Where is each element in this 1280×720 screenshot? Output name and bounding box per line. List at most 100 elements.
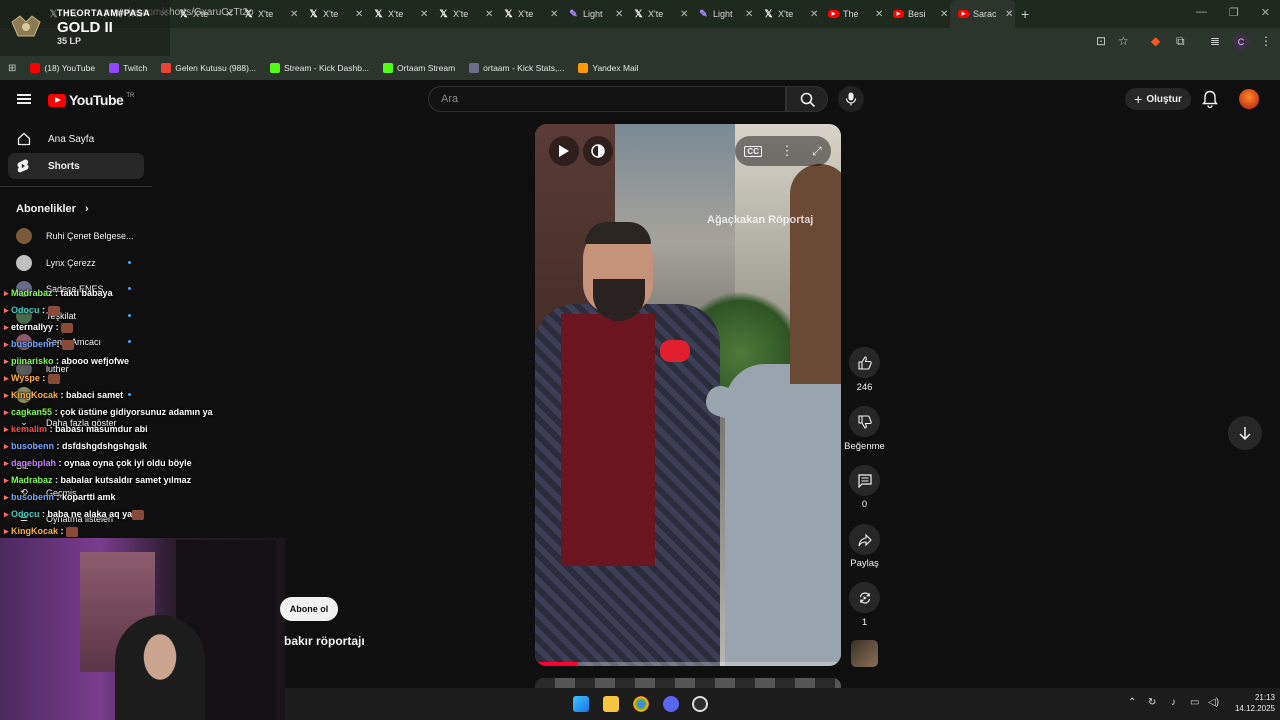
browser-tab[interactable]: ▶ Besi ✕ [885,0,950,28]
video-progress-bar[interactable] [535,662,841,666]
window-controls: — ❐ ✕ [1196,6,1270,19]
tab-close-icon[interactable]: ✕ [680,9,688,20]
create-button[interactable]: + Oluştur [1125,88,1191,110]
tray-chevron-up-icon[interactable]: ⌃ [1128,697,1136,708]
search-input[interactable] [429,87,785,111]
browser-tab[interactable]: 𝕏 X'te ✕ [755,0,820,28]
browser-tab[interactable]: ▶ The ✕ [820,0,885,28]
bookmark-item[interactable]: Ortaam Stream [383,63,455,73]
arrow-down-icon [1239,427,1251,440]
video-interviewer [702,164,841,666]
voice-search-button[interactable] [838,86,864,112]
bookmark-label: ortaam - Kick Stats,... [483,63,565,73]
discord-icon[interactable] [663,696,679,712]
close-window-button[interactable]: ✕ [1261,6,1270,19]
tray-sync-icon[interactable]: ↻ [1148,697,1156,708]
tab-close-icon[interactable]: ✕ [615,9,623,20]
subscription-item[interactable]: Ruhi Çenet Belgese... [16,228,134,244]
like-button[interactable] [849,347,880,378]
like-count: 246 [856,382,873,393]
comments-button[interactable] [849,465,880,496]
browser-menu-icon[interactable]: ⋮ [1260,34,1272,48]
steam-icon[interactable] [692,696,708,712]
subscriptions-heading[interactable]: Abonelikler › [16,203,89,215]
tab-close-icon[interactable]: ✕ [550,9,558,20]
play-button[interactable] [549,136,579,166]
browser-tab[interactable]: 𝕏 X'te ✕ [495,0,560,28]
thumbs-up-icon [857,355,872,370]
browser-tab[interactable]: ✎ Light ✕ [690,0,755,28]
tab-close-icon[interactable]: ✕ [290,9,298,20]
tab-close-icon[interactable]: ✕ [1005,9,1013,20]
browser-tab[interactable]: 𝕏 X'te ✕ [365,0,430,28]
tab-close-icon[interactable]: ✕ [810,9,818,20]
share-button[interactable] [849,524,880,555]
bookmark-star-icon[interactable]: ☆ [1118,34,1129,48]
extension-icon[interactable]: ◆ [1151,34,1160,48]
tab-close-icon[interactable]: ✕ [355,9,363,20]
more-options-icon[interactable]: ⋮ [780,143,793,159]
tray-mic-icon[interactable]: ♪ [1171,697,1176,708]
install-app-icon[interactable]: ⊡ [1096,34,1106,48]
windows-start-icon[interactable] [573,696,589,712]
bookmark-item[interactable]: Yandex Mail [578,63,639,73]
sound-thumbnail[interactable] [851,640,878,667]
bookmark-item[interactable]: Stream - Kick Dashb... [270,63,369,73]
next-short-preview[interactable] [535,678,841,688]
media-controls-icon[interactable]: ≣ [1210,34,1220,48]
extensions-puzzle-icon[interactable]: ⧉ [1176,34,1185,49]
tray-volume-icon[interactable]: ◁) [1208,697,1219,708]
chat-message: ▸ KingKocak : [4,526,79,537]
chat-separator: : [56,458,65,468]
chat-username: cagkan55 [11,407,53,417]
chat-message: ▸ eternallyy : [4,322,74,333]
dislike-button[interactable] [849,406,880,437]
captions-icon[interactable]: CC [744,145,762,157]
remix-button[interactable] [849,582,880,613]
notifications-bell-icon[interactable] [1202,90,1218,108]
fullscreen-icon[interactable]: ⤢ [812,144,822,159]
subscription-item[interactable]: Lynx Çerezz [16,254,131,271]
profile-avatar[interactable]: C [1233,34,1249,50]
youtube-logo[interactable]: YouTube TR [48,92,134,108]
tab-close-icon[interactable]: ✕ [420,9,428,20]
chrome-icon[interactable] [633,696,649,712]
account-avatar[interactable] [1239,89,1259,109]
browser-tab[interactable]: 𝕏 X'te ✕ [625,0,690,28]
clock-time: 21:13 [1254,693,1275,702]
tray-network-icon[interactable]: ▭ [1190,697,1199,708]
browser-tab[interactable]: 𝕏 X'te ✕ [300,0,365,28]
sidebar-item-home[interactable]: Ana Sayfa [8,126,144,152]
tab-close-icon[interactable]: ✕ [940,9,948,20]
browser-tab[interactable]: 𝕏 X'te ✕ [430,0,495,28]
taskbar-clock[interactable]: 21:13 14.12.2025 [1227,692,1275,714]
search-box [428,86,786,112]
maximize-button[interactable]: ❐ [1229,6,1239,19]
next-short-button[interactable] [1228,416,1262,450]
apps-grid-icon[interactable]: ⊞ [8,63,16,74]
short-title[interactable]: bakır röportajı [284,634,365,648]
tab-close-icon[interactable]: ✕ [745,9,753,20]
chat-message: ▸ busobenn : [4,339,75,350]
volume-button[interactable] [583,136,613,166]
menu-hamburger-icon[interactable] [17,94,31,104]
minimize-button[interactable]: — [1196,6,1207,19]
new-tab-button[interactable]: + [1021,6,1029,22]
chat-text: çok üstüne gidiyorsunuz adamın ya [60,407,213,417]
tab-close-icon[interactable]: ✕ [875,9,883,20]
search-button[interactable] [786,86,828,112]
bookmark-item[interactable]: Gelen Kutusu (988)... [161,63,256,73]
sidebar-item-shorts[interactable]: Shorts [8,153,144,179]
channel-name: Ruhi Çenet Belgese... [46,231,134,241]
tab-close-icon[interactable]: ✕ [485,9,493,20]
subscribe-button[interactable]: Abone ol [280,597,338,621]
youtube-icon: ▶ [828,10,839,18]
browser-tab[interactable]: ✎ Light ✕ [560,0,625,28]
browser-tab[interactable]: ▶ Sarac ✕ [950,0,1015,28]
bookmark-item[interactable]: Twitch [109,63,147,73]
bookmark-item[interactable]: ortaam - Kick Stats,... [469,63,564,73]
tab-title: Light [713,9,733,19]
bookmark-item[interactable]: (18) YouTube [30,63,95,73]
file-explorer-icon[interactable] [603,696,619,712]
shorts-video-player[interactable]: Ağaçkakan Röportaj CC ⋮ ⤢ [535,124,841,666]
